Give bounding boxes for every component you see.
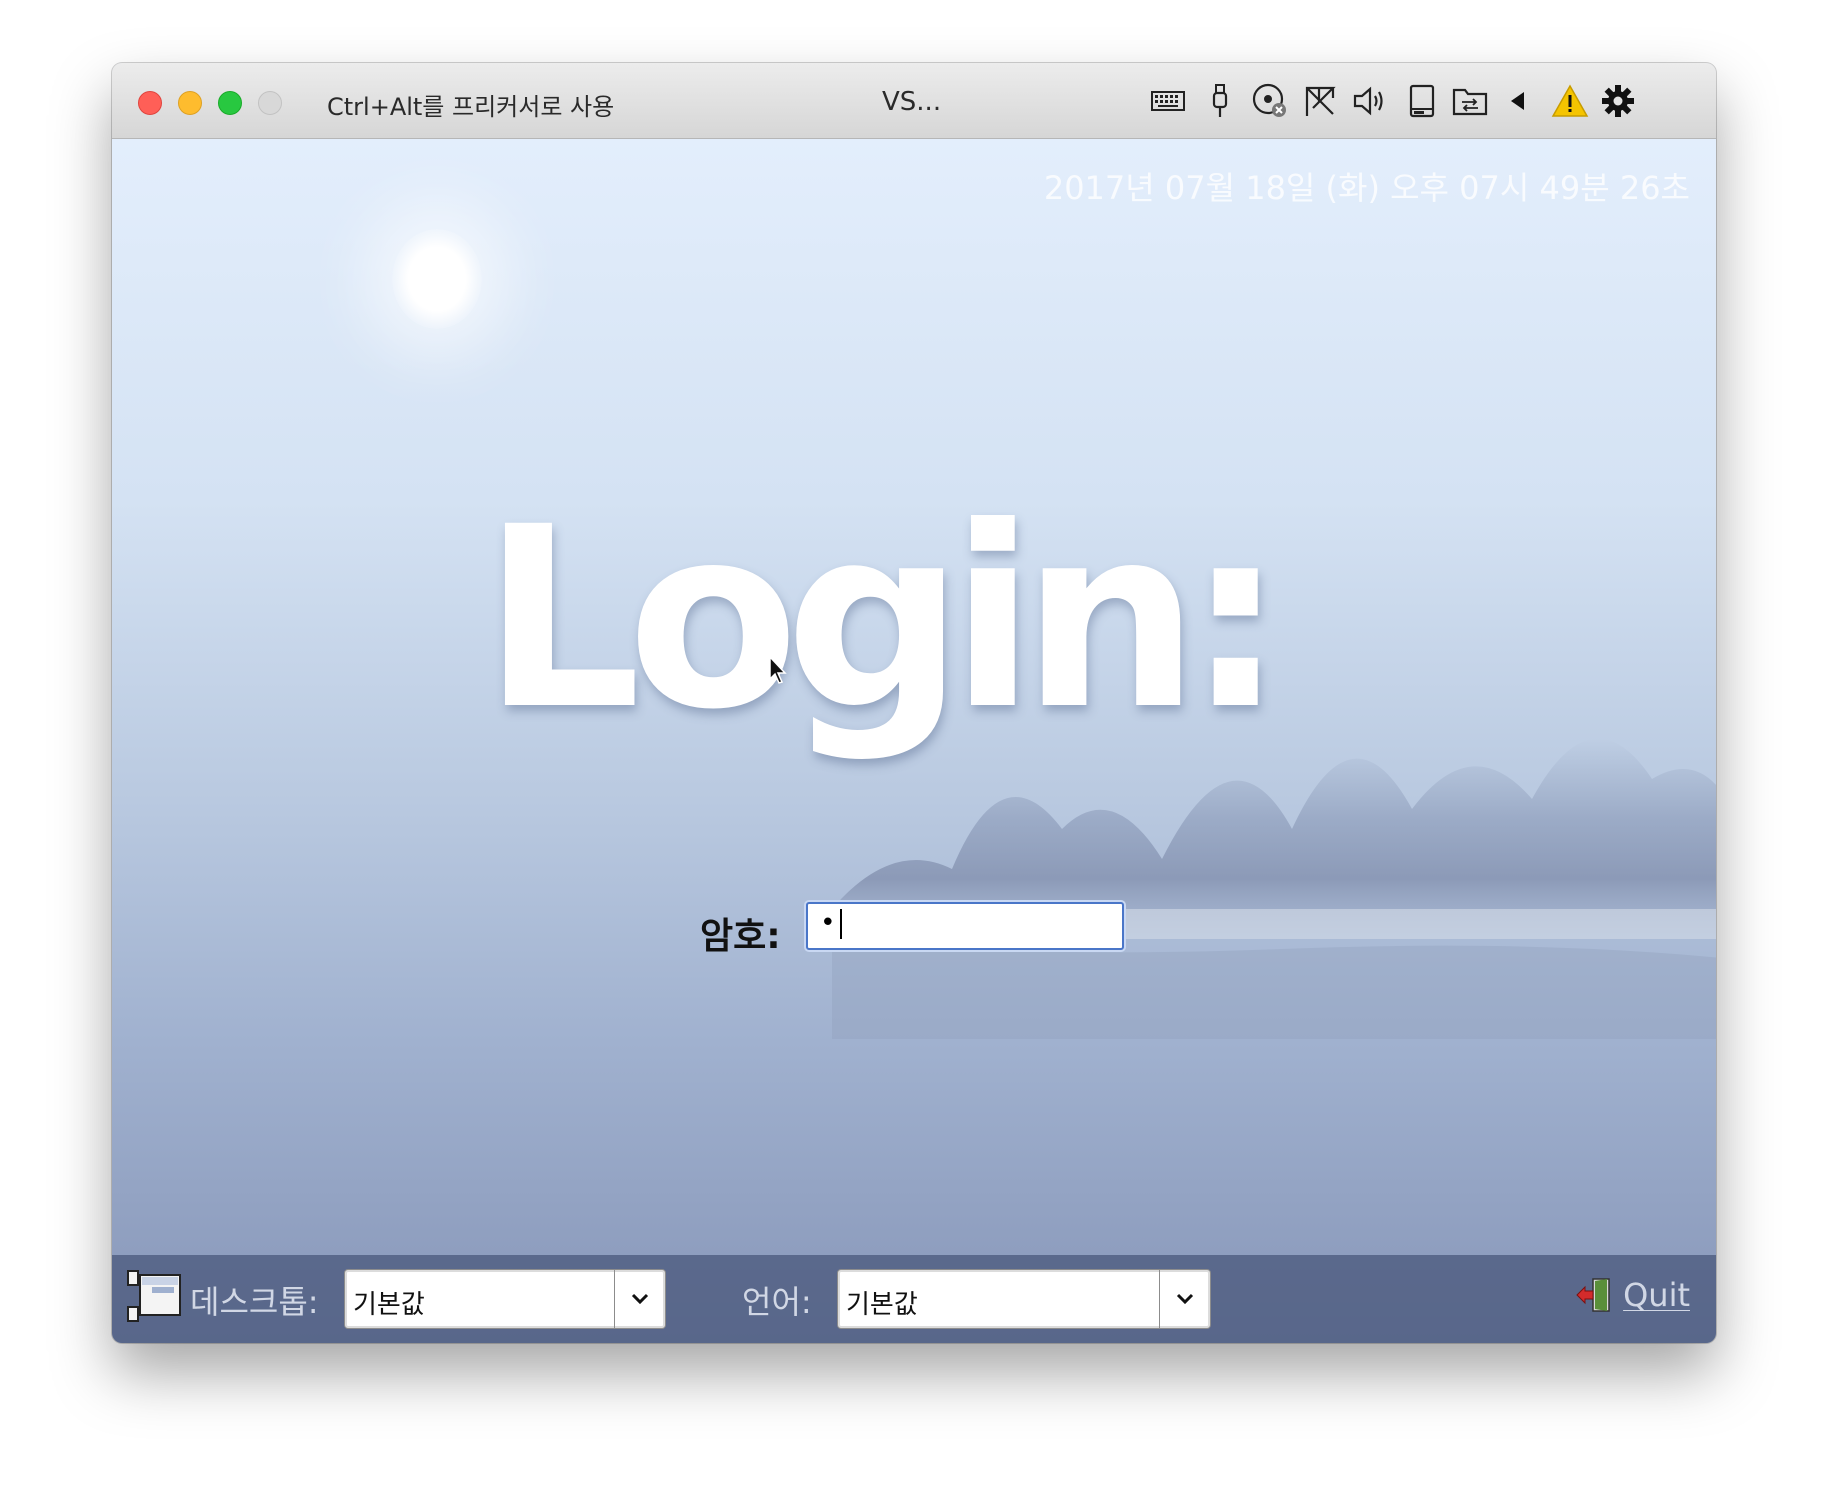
network-icon[interactable] [1298, 79, 1342, 123]
password-input[interactable]: • [806, 902, 1124, 950]
language-label: 언어: [742, 1283, 812, 1321]
close-window-button[interactable] [138, 91, 162, 115]
hard-disk-icon[interactable] [1400, 79, 1444, 123]
language-value: 기본값 [846, 1290, 918, 1320]
host-key-hint: Ctrl+Alt를 프리커서로 사용 [327, 93, 615, 121]
keyboard-icon[interactable] [1146, 79, 1190, 123]
minimize-window-button[interactable] [178, 91, 202, 115]
login-logo: Login: [482, 473, 1286, 764]
login-bottom-bar: 데스크톱: 기본값 언어: 기본값 Quit [112, 1255, 1716, 1343]
settings-gear-icon[interactable] [1596, 79, 1640, 123]
desktop-session-value: 기본값 [353, 1290, 425, 1320]
chevron-down-icon [631, 1293, 649, 1305]
maximize-window-button[interactable] [218, 91, 242, 115]
window-title: VS... [882, 87, 942, 117]
vm-screen[interactable]: 2017년 07월 18일 (화) 오후 07시 49분 26초 Login: … [112, 139, 1716, 1343]
warning-icon[interactable] [1548, 79, 1592, 123]
cd-dvd-icon[interactable] [1248, 79, 1292, 123]
password-label: 암호: [700, 916, 781, 957]
shared-folder-icon[interactable] [1448, 79, 1492, 123]
desktop-session-dropdown-button[interactable] [614, 1270, 665, 1328]
password-masked-value: • [820, 908, 836, 938]
language-select[interactable]: 기본값 [837, 1269, 1211, 1329]
quit-label: Quit [1623, 1276, 1690, 1314]
disabled-window-button [258, 91, 282, 115]
chevron-down-icon [1176, 1293, 1194, 1305]
desktop-session-label: 데스크톱: [190, 1283, 319, 1321]
audio-icon[interactable] [1348, 79, 1392, 123]
mouse-cursor-icon [769, 655, 787, 684]
text-caret [839, 908, 842, 939]
background-sun [392, 229, 482, 329]
exit-door-icon [1576, 1278, 1610, 1312]
title-bar[interactable]: Ctrl+Alt를 프리커서로 사용 VS... [112, 63, 1716, 139]
quit-button[interactable]: Quit [1575, 1275, 1690, 1315]
language-dropdown-button[interactable] [1159, 1270, 1210, 1328]
desktop-session-icon [127, 1270, 181, 1322]
desktop-session-select[interactable]: 기본값 [344, 1269, 666, 1329]
vm-window: Ctrl+Alt를 프리커서로 사용 VS... 2017년 07월 18일 (… [112, 63, 1716, 1343]
usb-icon[interactable] [1198, 79, 1242, 123]
date-time-display: 2017년 07월 18일 (화) 오후 07시 49분 26초 [1043, 169, 1690, 207]
back-triangle-icon[interactable] [1496, 79, 1540, 123]
